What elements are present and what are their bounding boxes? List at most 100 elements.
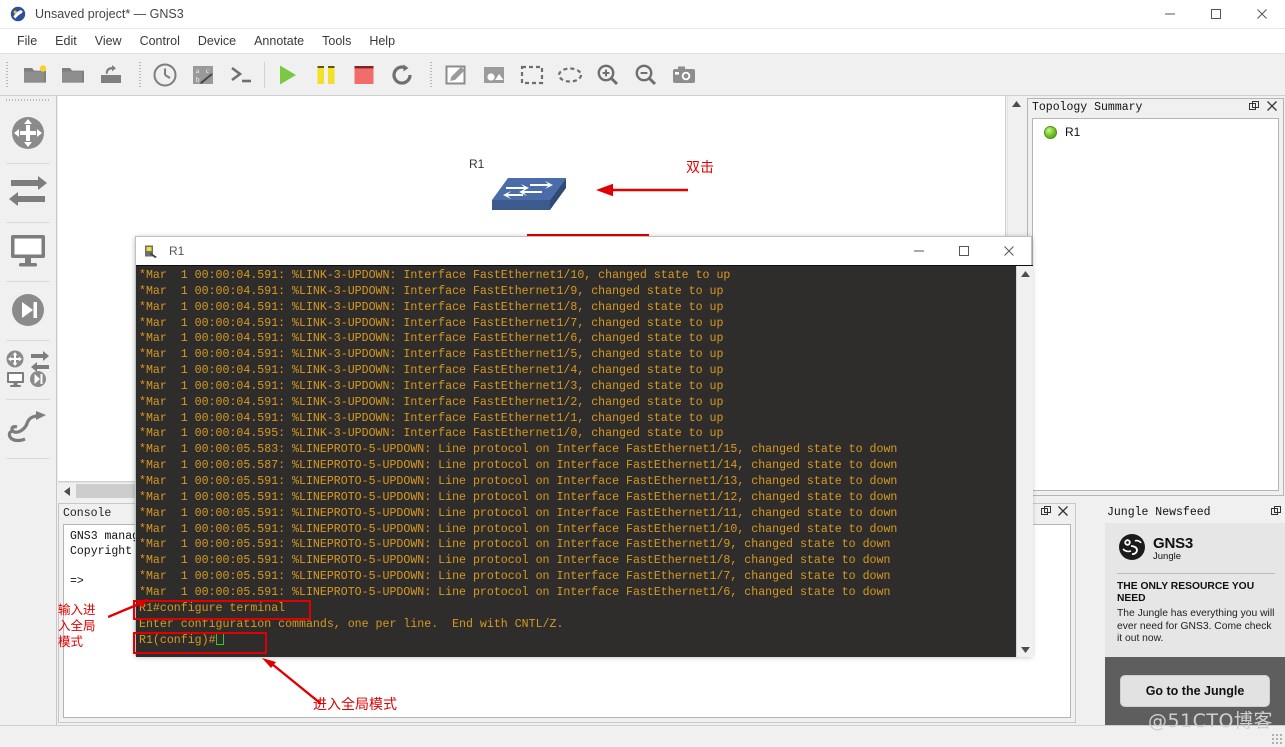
window-controls bbox=[1147, 0, 1285, 29]
insert-image-button[interactable] bbox=[475, 57, 513, 93]
zoom-in-button[interactable] bbox=[589, 57, 627, 93]
r1-console-scrollbar[interactable] bbox=[1016, 266, 1033, 657]
jungle-newsfeed-body: GNS3 Jungle THE ONLY RESOURCE YOU NEED T… bbox=[1105, 523, 1285, 657]
ethernet-switch-icon[interactable] bbox=[490, 172, 570, 216]
float-icon[interactable] bbox=[1041, 506, 1051, 520]
suspend-all-button[interactable] bbox=[307, 57, 345, 93]
menu-bar: File Edit View Control Device Annotate T… bbox=[0, 29, 1285, 54]
terminal-log-line: *Mar 1 00:00:04.591: %LINK-3-UPDOWN: Int… bbox=[139, 379, 724, 393]
r1-maximize-button[interactable] bbox=[941, 237, 986, 265]
go-to-jungle-button[interactable]: Go to the Jungle bbox=[1120, 675, 1270, 707]
sidebar-routers[interactable] bbox=[0, 105, 55, 163]
topology-summary-list[interactable]: R1 bbox=[1032, 118, 1279, 491]
title-bar: Unsaved project* — GNS3 bbox=[0, 0, 1285, 29]
console-all-button[interactable] bbox=[222, 57, 260, 93]
toolbar-grip[interactable] bbox=[5, 61, 12, 88]
list-item[interactable]: R1 bbox=[1038, 125, 1273, 139]
snapshot-button[interactable] bbox=[146, 57, 184, 93]
terminal-prompt-line: R1(config)# bbox=[139, 632, 1014, 649]
terminal-log-line: *Mar 1 00:00:04.591: %LINK-3-UPDOWN: Int… bbox=[139, 411, 724, 425]
menu-device[interactable]: Device bbox=[189, 31, 245, 51]
minimize-button[interactable] bbox=[1147, 0, 1193, 29]
resize-grip-icon[interactable] bbox=[1271, 733, 1283, 745]
menu-view[interactable]: View bbox=[86, 31, 131, 51]
window-title: Unsaved project* — GNS3 bbox=[35, 7, 184, 21]
toolbar-separator-1 bbox=[264, 61, 265, 88]
terminal-log-line: *Mar 1 00:00:05.591: %LINEPROTO-5-UPDOWN… bbox=[139, 490, 898, 504]
topology-summary-header: Topology Summary bbox=[1028, 99, 1283, 116]
toolbar-grip-2[interactable] bbox=[135, 61, 142, 88]
menu-control[interactable]: Control bbox=[131, 31, 189, 51]
device-sidebar-grip[interactable] bbox=[5, 98, 51, 105]
topology-summary-title: Topology Summary bbox=[1032, 101, 1143, 114]
r1-console-body[interactable]: *Mar 1 00:00:04.591: %LINK-3-UPDOWN: Int… bbox=[136, 265, 1033, 657]
r1-close-button[interactable] bbox=[986, 237, 1031, 265]
jungle-logo: GNS3 Jungle bbox=[1117, 533, 1275, 564]
prompt-highlight-box bbox=[133, 632, 267, 654]
menu-file[interactable]: File bbox=[8, 31, 46, 51]
terminal-log-line: *Mar 1 00:00:05.583: %LINEPROTO-5-UPDOWN… bbox=[139, 443, 898, 457]
jungle-logo-sub: Jungle bbox=[1153, 550, 1181, 562]
close-icon[interactable] bbox=[1058, 506, 1068, 520]
close-icon[interactable] bbox=[1267, 100, 1277, 115]
jungle-logo-word: GNS3 bbox=[1153, 534, 1194, 552]
add-note-button[interactable] bbox=[437, 57, 475, 93]
zoom-out-button[interactable] bbox=[627, 57, 665, 93]
terminal-log-line: *Mar 1 00:00:04.591: %LINK-3-UPDOWN: Int… bbox=[139, 348, 724, 362]
abc-wand-button[interactable]: a c b bbox=[184, 57, 222, 93]
draw-rectangle-button[interactable] bbox=[513, 57, 551, 93]
menu-tools[interactable]: Tools bbox=[313, 31, 360, 51]
toolbar-grip-3[interactable] bbox=[426, 61, 433, 88]
terminal-log-line: *Mar 1 00:00:04.591: %LINK-3-UPDOWN: Int… bbox=[139, 300, 724, 314]
sidebar-all-devices[interactable] bbox=[0, 341, 55, 399]
screenshot-button[interactable] bbox=[665, 57, 703, 93]
terminal-log-line: *Mar 1 00:00:04.595: %LINK-3-UPDOWN: Int… bbox=[139, 427, 724, 441]
menu-annotate[interactable]: Annotate bbox=[245, 31, 313, 51]
open-project-button[interactable] bbox=[54, 57, 92, 93]
scroll-up-icon[interactable] bbox=[1008, 96, 1025, 113]
svg-text:b: b bbox=[196, 76, 200, 84]
stop-all-button[interactable] bbox=[345, 57, 383, 93]
maximize-button[interactable] bbox=[1193, 0, 1239, 29]
reload-all-button[interactable] bbox=[383, 57, 421, 93]
sidebar-end-devices[interactable] bbox=[0, 223, 55, 281]
scroll-down-icon[interactable] bbox=[1017, 641, 1033, 657]
sidebar-switches[interactable] bbox=[0, 164, 55, 222]
draw-ellipse-button[interactable] bbox=[551, 57, 589, 93]
r1-console-window: R1 *Mar 1 00:00:04.591: %LINK-3-UPDOWN: … bbox=[135, 236, 1033, 657]
menu-edit[interactable]: Edit bbox=[46, 31, 86, 51]
terminal-log-line: *Mar 1 00:00:05.591: %LINEPROTO-5-UPDOWN… bbox=[139, 474, 898, 488]
jungle-newsfeed-title: Jungle Newsfeed bbox=[1107, 506, 1211, 519]
r1-minimize-button[interactable] bbox=[896, 237, 941, 265]
float-icon[interactable] bbox=[1249, 100, 1259, 115]
jungle-body-text: The Jungle has everything you will ever … bbox=[1117, 608, 1275, 644]
terminal-log-line: *Mar 1 00:00:05.591: %LINEPROTO-5-UPDOWN… bbox=[139, 522, 898, 536]
terminal-log-line: *Mar 1 00:00:04.591: %LINK-3-UPDOWN: Int… bbox=[139, 284, 724, 298]
scroll-left-icon[interactable] bbox=[60, 484, 74, 498]
node-label: R1 bbox=[469, 157, 485, 171]
terminal-log-line: *Mar 1 00:00:04.591: %LINK-3-UPDOWN: Int… bbox=[139, 269, 731, 282]
status-bar bbox=[0, 725, 1285, 747]
command-highlight-box bbox=[133, 600, 311, 620]
sidebar-add-link[interactable] bbox=[0, 400, 55, 458]
topology-summary-panel: Topology Summary R1 bbox=[1027, 98, 1284, 496]
terminal-log-line: *Mar 1 00:00:05.591: %LINEPROTO-5-UPDOWN… bbox=[139, 554, 891, 568]
terminal-log-line: *Mar 1 00:00:04.591: %LINK-3-UPDOWN: Int… bbox=[139, 364, 724, 378]
menu-help[interactable]: Help bbox=[360, 31, 404, 51]
terminal-log-line: *Mar 1 00:00:05.591: %LINEPROTO-5-UPDOWN… bbox=[139, 506, 898, 520]
status-led-icon bbox=[1044, 125, 1057, 139]
start-all-button[interactable] bbox=[269, 57, 307, 93]
divider bbox=[6, 458, 50, 459]
terminal-log-line: *Mar 1 00:00:05.591: %LINEPROTO-5-UPDOWN… bbox=[139, 538, 891, 552]
enter-global-arrow-icon bbox=[107, 599, 148, 624]
new-project-button[interactable] bbox=[16, 57, 54, 93]
monitor-icon bbox=[8, 233, 48, 272]
close-button[interactable] bbox=[1239, 0, 1285, 29]
sidebar-security-devices[interactable] bbox=[0, 282, 55, 340]
float-icon[interactable] bbox=[1271, 505, 1285, 520]
terminal-log-line: *Mar 1 00:00:05.591: %LINEPROTO-5-UPDOWN… bbox=[139, 570, 891, 584]
save-project-button[interactable] bbox=[92, 57, 130, 93]
all-devices-icon bbox=[5, 349, 51, 392]
r1-console-titlebar[interactable]: R1 bbox=[136, 237, 1031, 265]
scroll-up-icon[interactable] bbox=[1017, 266, 1033, 283]
